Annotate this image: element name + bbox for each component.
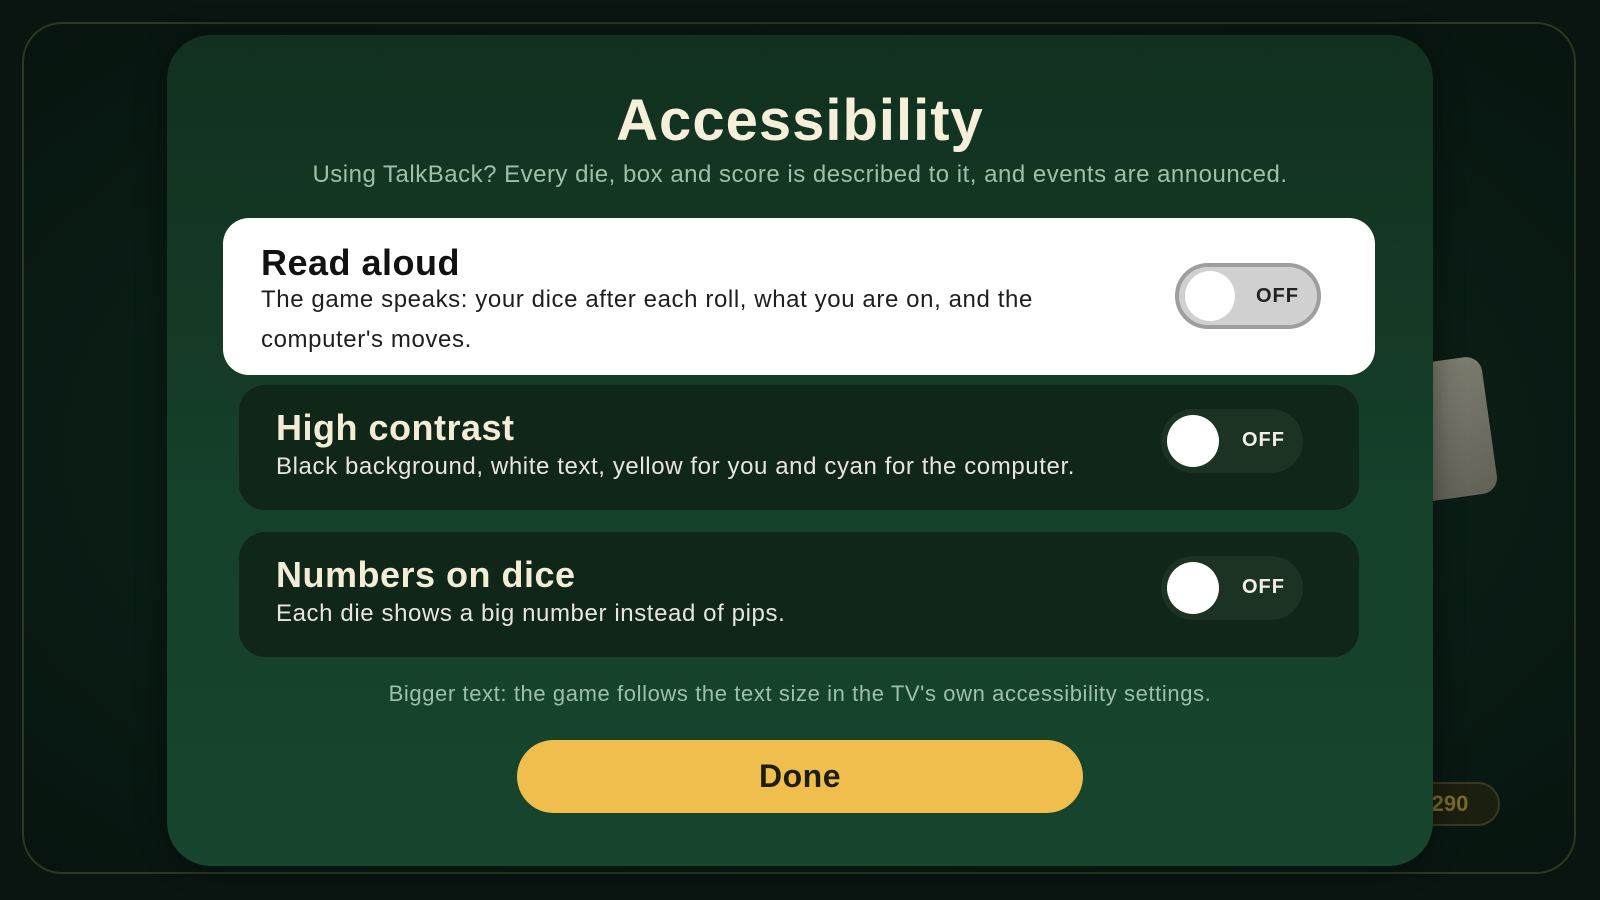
bigger-text-note: Bigger text: the game follows the text s…	[388, 681, 1212, 706]
toggle-state-label: OFF	[1242, 429, 1285, 451]
read-aloud-toggle[interactable]: OFF	[1175, 263, 1321, 329]
toggle-knob	[1167, 562, 1219, 614]
done-button[interactable]: Done	[517, 740, 1083, 813]
option-title: High contrast	[276, 407, 515, 448]
dialog-title: Accessibility	[616, 88, 984, 153]
option-description: Black background, white text, yellow for…	[276, 453, 1075, 480]
option-description: The game speaks: your dice after each ro…	[261, 286, 1033, 353]
option-read-aloud[interactable]: Read aloud The game speaks: your dice af…	[223, 218, 1375, 375]
option-description: Each die shows a big number instead of p…	[276, 600, 786, 627]
high-contrast-toggle[interactable]: OFF	[1161, 409, 1303, 473]
option-high-contrast[interactable]: High contrast Black background, white te…	[239, 385, 1359, 510]
toggle-knob	[1185, 271, 1235, 321]
accessibility-dialog: Accessibility Using TalkBack? Every die,…	[167, 35, 1433, 866]
toggle-knob	[1167, 415, 1219, 467]
numbers-on-dice-toggle[interactable]: OFF	[1161, 556, 1303, 620]
option-title: Read aloud	[261, 242, 461, 283]
option-title: Numbers on dice	[276, 554, 576, 595]
option-numbers-on-dice[interactable]: Numbers on dice Each die shows a big num…	[239, 532, 1359, 657]
dialog-subtitle: Using TalkBack? Every die, box and score…	[312, 161, 1288, 188]
toggle-state-label: OFF	[1256, 285, 1299, 307]
toggle-state-label: OFF	[1242, 576, 1285, 598]
